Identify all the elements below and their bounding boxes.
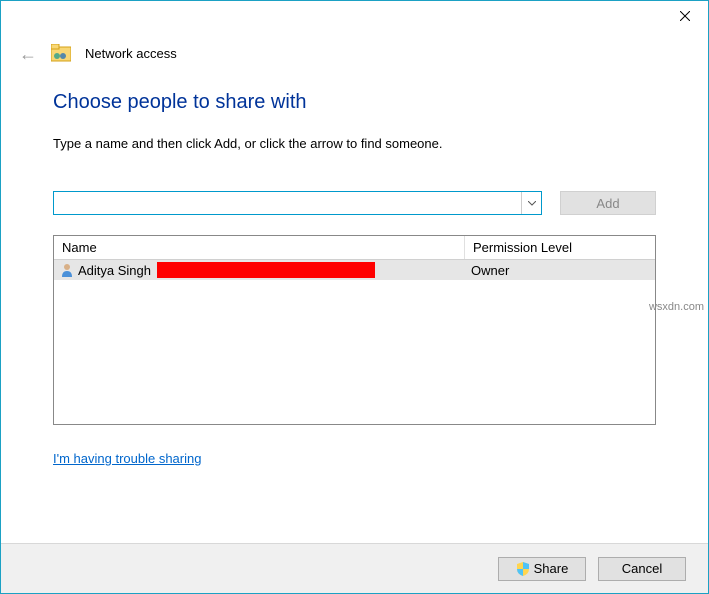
- user-icon: [60, 263, 74, 277]
- column-permission[interactable]: Permission Level: [465, 236, 655, 259]
- add-button[interactable]: Add: [560, 191, 656, 215]
- cancel-button[interactable]: Cancel: [598, 557, 686, 581]
- name-input[interactable]: [54, 192, 521, 214]
- cell-permission: Owner: [465, 262, 655, 279]
- share-button-label: Share: [534, 561, 569, 576]
- back-arrow-icon[interactable]: ←: [19, 43, 37, 63]
- help-link[interactable]: I'm having trouble sharing: [53, 451, 201, 466]
- titlebar: [1, 1, 708, 31]
- table-row[interactable]: Aditya Singh Owner: [54, 260, 655, 280]
- close-button[interactable]: [662, 1, 708, 31]
- redacted-block: [157, 262, 375, 278]
- share-button[interactable]: Share: [498, 557, 586, 581]
- page-title: Network access: [85, 46, 177, 61]
- share-table: Name Permission Level Aditya Singh Owner: [53, 235, 656, 425]
- heading: Choose people to share with: [53, 91, 656, 114]
- content: Choose people to share with Type a name …: [1, 63, 708, 466]
- name-combobox[interactable]: [53, 191, 542, 215]
- subtext: Type a name and then click Add, or click…: [53, 136, 656, 151]
- combobox-arrow-button[interactable]: [521, 192, 541, 214]
- table-body: Aditya Singh Owner: [54, 260, 655, 424]
- footer: Share Cancel: [1, 543, 708, 593]
- watermark: wsxdn.com: [649, 301, 704, 313]
- input-row: Add: [53, 191, 656, 215]
- network-folder-icon: [51, 44, 71, 62]
- close-icon: [680, 11, 690, 21]
- header: ← Network access: [1, 31, 708, 63]
- chevron-down-icon: [528, 201, 536, 206]
- user-name: Aditya Singh: [78, 263, 151, 278]
- cell-name: Aditya Singh: [54, 261, 465, 279]
- table-header: Name Permission Level: [54, 236, 655, 260]
- shield-icon: [516, 562, 530, 576]
- column-name[interactable]: Name: [54, 236, 465, 259]
